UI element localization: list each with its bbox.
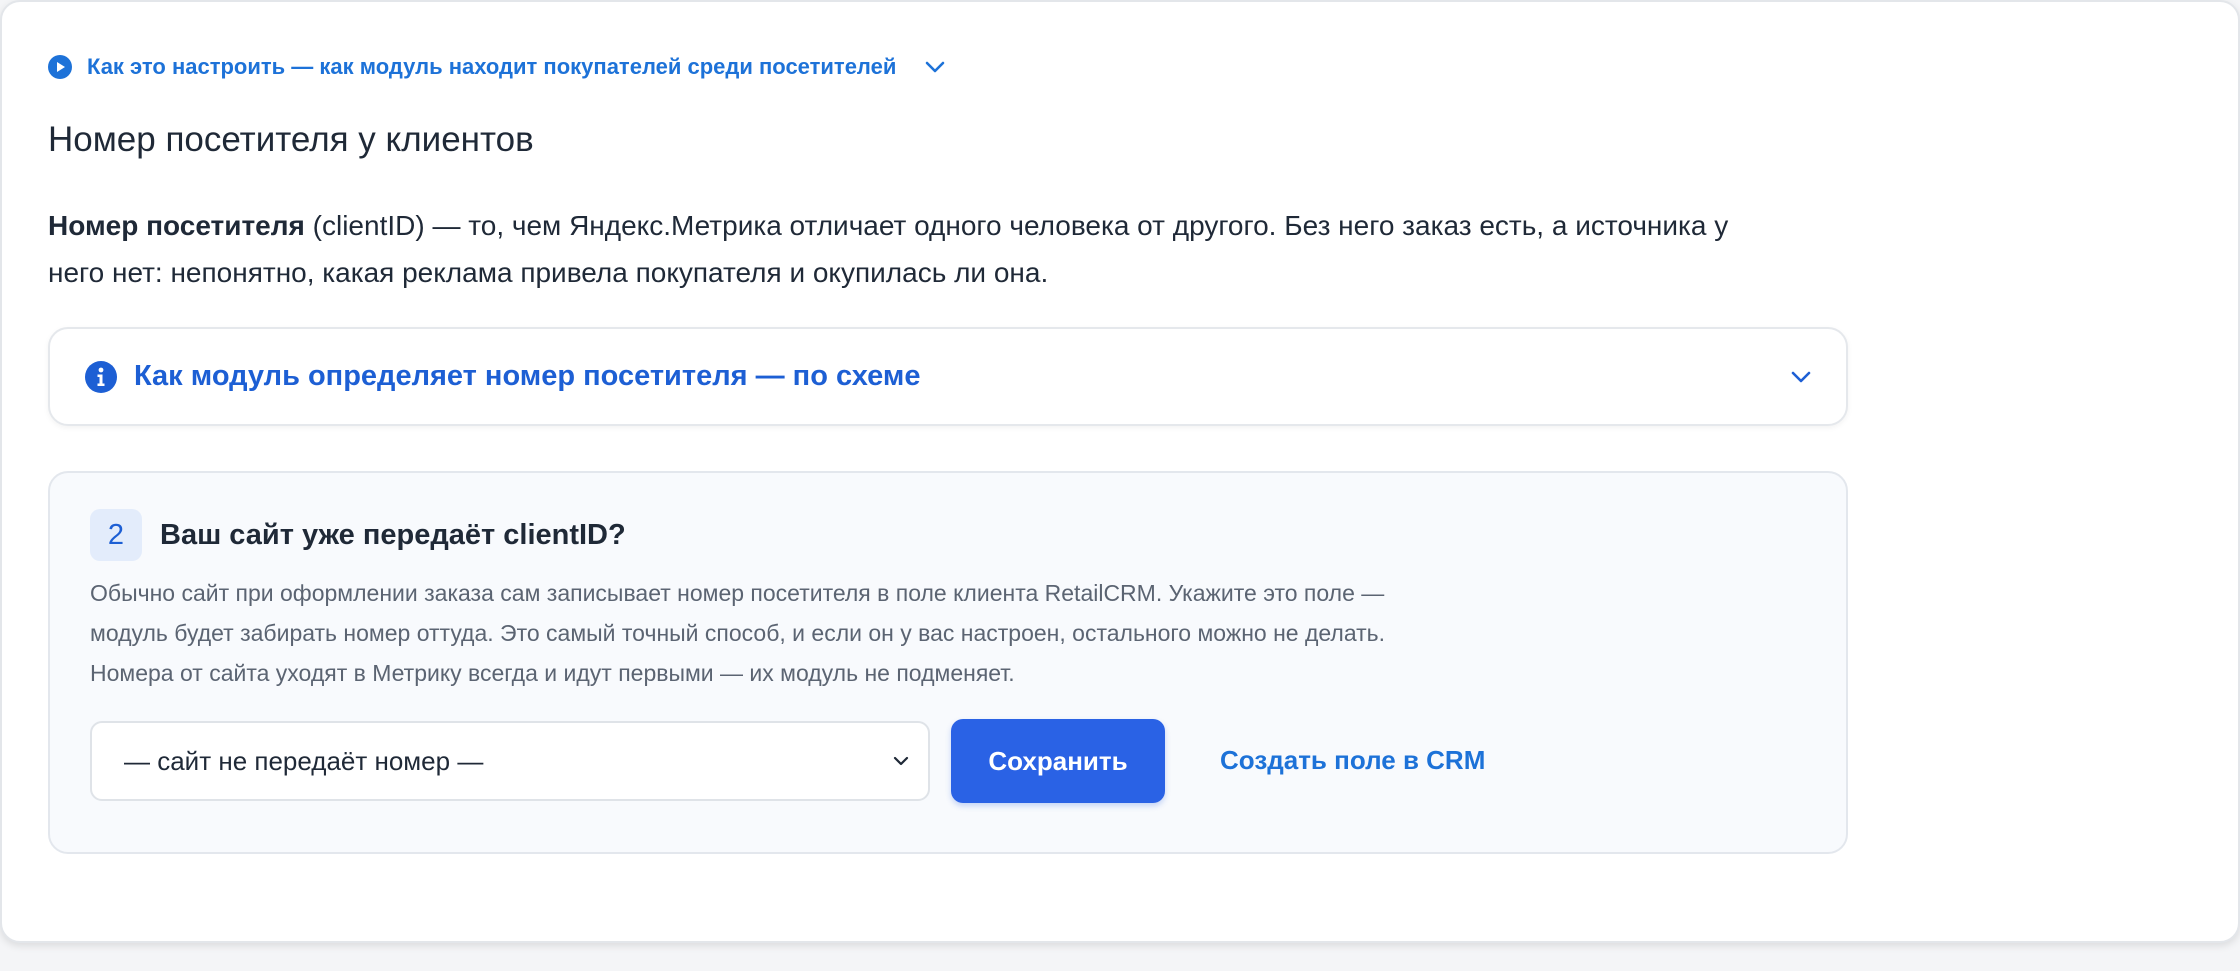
step-description-line: Номера от сайта уходят в Метрику всегда … xyxy=(90,660,1015,686)
chevron-down-icon xyxy=(1786,362,1816,392)
section-title: Номер посетителя у клиентов xyxy=(48,120,534,159)
step-description: Обычно сайт при оформлении заказа сам за… xyxy=(90,573,1590,693)
scheme-accordion[interactable]: Как модуль определяет номер посетителя —… xyxy=(48,327,1848,426)
scheme-accordion-label: Как модуль определяет номер посетителя —… xyxy=(134,360,921,392)
step-header: 2 Ваш сайт уже передаёт clientID? xyxy=(90,509,626,561)
how-to-setup-link-label: Как это настроить — как модуль находит п… xyxy=(87,54,897,79)
create-crm-field-link[interactable]: Создать поле в CRM xyxy=(1220,745,1485,776)
intro-bold-term: Номер посетителя xyxy=(48,210,305,241)
play-circle-icon xyxy=(47,54,73,80)
settings-card: Как это настроить — как модуль находит п… xyxy=(0,0,2240,943)
chevron-down-icon xyxy=(922,54,948,80)
intro-paragraph: Номер посетителя (clientID) — то, чем Ян… xyxy=(48,202,1748,296)
how-to-setup-link[interactable]: Как это настроить — как модуль находит п… xyxy=(47,52,948,82)
info-circle-icon xyxy=(84,360,118,394)
step-number-badge: 2 xyxy=(90,509,142,561)
step-description-line: Обычно сайт при оформлении заказа сам за… xyxy=(90,580,1385,606)
clientid-field-select[interactable]: — сайт не передаёт номер — xyxy=(90,721,930,801)
select-value: — сайт не передаёт номер — xyxy=(124,745,484,776)
step-description-line: модуль будет забирать номер оттуда. Это … xyxy=(90,620,1386,646)
step-title: Ваш сайт уже передаёт clientID? xyxy=(160,518,626,551)
save-button[interactable]: Сохранить xyxy=(951,719,1165,803)
chevron-down-icon xyxy=(888,748,914,774)
clientid-step-panel: 2 Ваш сайт уже передаёт clientID? Обычно… xyxy=(48,471,1848,854)
